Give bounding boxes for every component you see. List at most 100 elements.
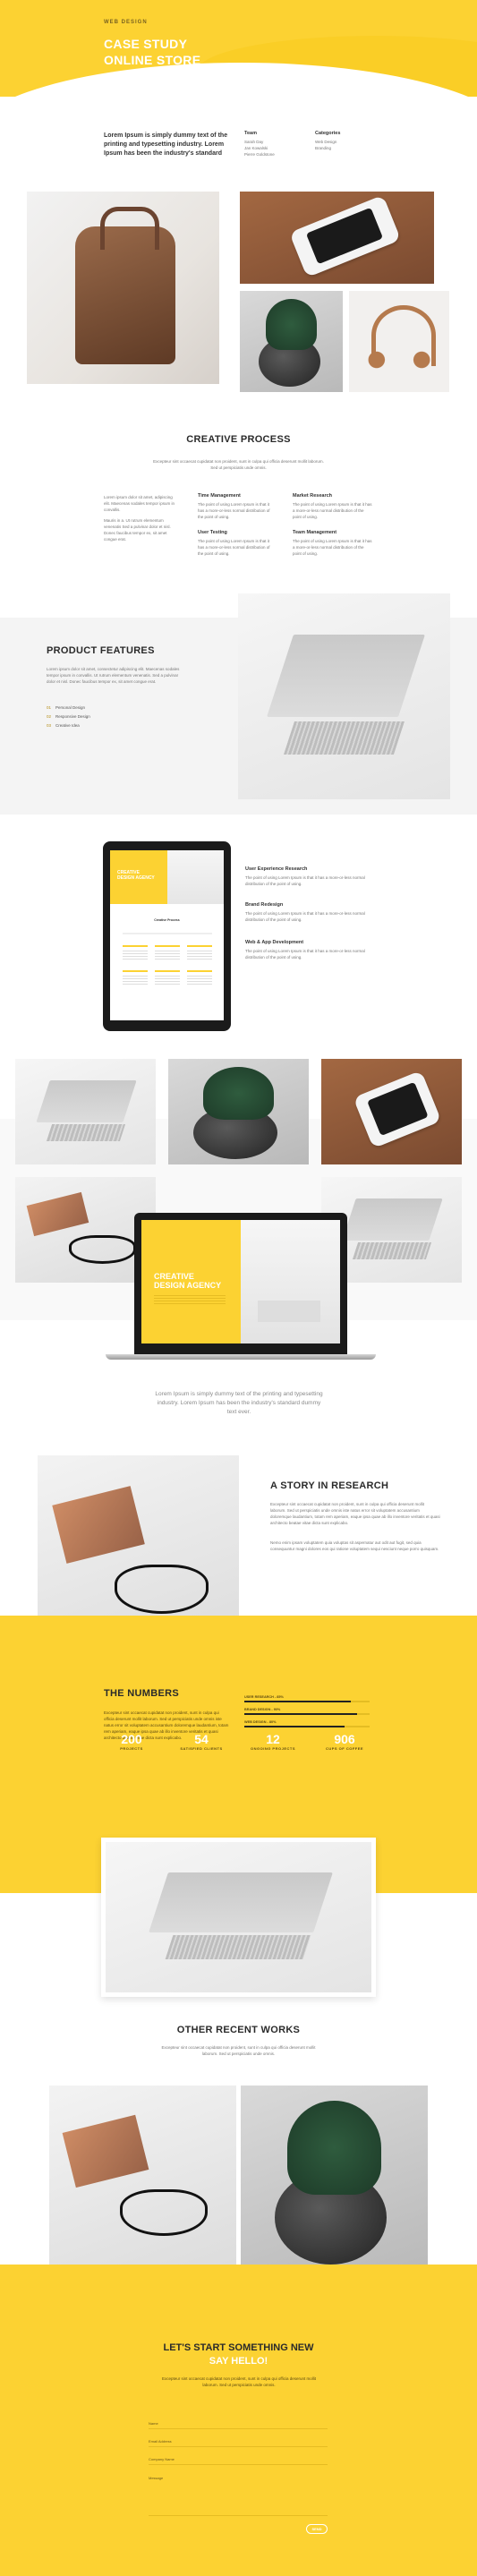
laptop-screen: CREATIVE DESIGN AGENCY: [141, 1220, 340, 1343]
service-title: User Experience Research: [245, 866, 308, 872]
tablet-screen: CREATIVE DESIGN AGENCY Creative Process: [110, 850, 224, 1020]
hero-section: WEB DESIGN CASE STUDY ONLINE STORE: [0, 0, 477, 97]
process-item-title: User Testing: [198, 530, 227, 535]
process-item-text: The point of using Lorem Ipsum is that i…: [293, 539, 372, 556]
stat-item: 12 ONGOING PROJECTS: [242, 1732, 304, 1751]
stat-value: 906: [334, 1732, 355, 1746]
process-item: Time Management The point of using Lorem…: [198, 493, 274, 520]
stat-value: 54: [194, 1732, 209, 1746]
process-item-title: Team Management: [293, 530, 337, 535]
quote-text: Lorem Ipsum is simply dummy text of the …: [155, 1391, 323, 1415]
skill-bar-fill: [244, 1713, 357, 1715]
work-plant-photo[interactable]: [241, 2086, 428, 2273]
process-left-text-1: Lorem ipsum dolor sit amet, adipiscing e…: [104, 495, 175, 512]
hero-title-line1: CASE STUDY: [104, 37, 188, 51]
feature-list-item: 03 Creative Idea: [47, 723, 80, 728]
categories-heading: Categories: [315, 131, 341, 136]
stat-label: SATISFIED CLIENTS: [180, 1746, 223, 1751]
message-field[interactable]: [149, 2515, 328, 2516]
process-item-title: Market Research: [293, 493, 333, 499]
skill-bar-fill: [244, 1701, 351, 1702]
gallery-phone-photo: [321, 1059, 462, 1164]
service-item: Brand Redesign The point of using Lorem …: [245, 902, 371, 923]
process-left-text-2: Mauris in a. Ut rutrum elementum venenat…: [104, 518, 171, 542]
hero-eyebrow: WEB DESIGN: [104, 20, 148, 25]
skill-bar-fill: [244, 1726, 345, 1727]
categories-list: Web Design Branding: [315, 139, 336, 151]
feature-list-item: 01 Personal Design: [47, 705, 86, 710]
stat-value: 200: [121, 1732, 142, 1746]
service-text: The point of using Lorem Ipsum is that i…: [245, 875, 365, 886]
send-button[interactable]: SEND: [306, 2524, 328, 2534]
story-paragraph-2: Nemo enim ipsam voluptatem quia voluptas…: [270, 1540, 439, 1551]
contact-text: Excepteur sint occaecat cupidatat non pr…: [161, 2376, 317, 2387]
phone-photo: [240, 192, 434, 284]
tablet-section-title: Creative Process: [154, 918, 180, 922]
team-heading: Team: [244, 131, 257, 136]
company-field-label: Company Name: [149, 2457, 175, 2461]
service-item: User Experience Research The point of us…: [245, 866, 371, 887]
stat-label: PROJECTS: [120, 1746, 143, 1751]
plant-photo: [240, 291, 343, 392]
story-paragraph-1: Excepteur sint occaecat cupidatat non pr…: [270, 1502, 440, 1525]
numbers-title: THE NUMBERS: [104, 1688, 179, 1699]
laptop-device: CREATIVE DESIGN AGENCY: [134, 1213, 347, 1356]
stat-item: 906 CUPS OF COFFEE: [313, 1732, 376, 1751]
desk-laptop-photo: [238, 593, 450, 799]
process-item: Team Management The point of using Lorem…: [293, 530, 373, 557]
feature-list-item: 02 Responsive Design: [47, 714, 90, 719]
process-item-text: The point of using Lorem Ipsum is that i…: [198, 502, 270, 519]
contact-title-line2: SAY HELLO!: [209, 2356, 268, 2367]
skill-label: BRAND DESIGN - 90%: [244, 1708, 281, 1711]
work-glasses-photo[interactable]: [49, 2086, 236, 2273]
process-item-title: Time Management: [198, 493, 241, 499]
contact-section: [0, 2265, 477, 2576]
name-field[interactable]: [149, 2428, 328, 2429]
category-item: Web Design: [315, 140, 337, 144]
service-title: Web & App Development: [245, 940, 304, 945]
hero-title-line2: ONLINE STORE: [104, 53, 201, 67]
product-features-text: Lorem ipsum dolor sit amet, consectetur …: [47, 667, 180, 684]
process-item-text: The point of using Lorem Ipsum is that i…: [198, 539, 270, 556]
service-text: The point of using Lorem Ipsum is that i…: [245, 949, 365, 960]
company-field[interactable]: [149, 2464, 328, 2465]
team-member: Jan Kowalski: [244, 146, 268, 150]
process-item: User Testing The point of using Lorem Ip…: [198, 530, 274, 557]
email-field[interactable]: [149, 2446, 328, 2447]
featured-photo-frame: [101, 1838, 376, 1997]
team-list: Sarah Day Jan Kowalski Pierre Goldstone: [244, 139, 275, 158]
stat-item: 54 SATISFIED CLIENTS: [170, 1732, 233, 1751]
gallery-laptop-photo: [15, 1059, 156, 1164]
stat-label: ONGOING PROJECTS: [250, 1746, 295, 1751]
name-field-label: Name: [149, 2421, 158, 2426]
skill-label: USER RESEARCH - 85%: [244, 1695, 284, 1699]
laptop-heading: CREATIVE DESIGN AGENCY: [154, 1272, 222, 1290]
other-works-subtitle: Excepteur sint occaecat cupidatat non pr…: [161, 2045, 316, 2056]
contact-title-line1: LET'S START SOMETHING NEW: [163, 2342, 314, 2353]
gallery-plant-photo: [168, 1059, 309, 1164]
process-item: Market Research The point of using Lorem…: [293, 493, 373, 520]
message-field-label: Message: [149, 2476, 164, 2480]
tablet-heading: CREATIVE DESIGN AGENCY: [117, 870, 155, 881]
creative-process-title: CREATIVE PROCESS: [186, 434, 291, 445]
other-works-title: OTHER RECENT WORKS: [176, 2025, 301, 2035]
process-item-text: The point of using Lorem Ipsum is that i…: [293, 502, 372, 519]
service-item: Web & App Development The point of using…: [245, 940, 371, 960]
product-features-title: PRODUCT FEATURES: [47, 645, 155, 656]
service-text: The point of using Lorem Ipsum is that i…: [245, 911, 365, 922]
email-field-label: Email Address: [149, 2439, 172, 2444]
team-member: Pierre Goldstone: [244, 152, 275, 157]
feature-list: 01 Personal Design 02 Responsive Design 03…: [47, 704, 90, 730]
creative-process-subtitle: Excepteur sint occaecat cupidatat non pr…: [153, 459, 324, 470]
stat-value: 12: [266, 1732, 280, 1746]
service-title: Brand Redesign: [245, 902, 284, 908]
featured-laptop-photo: [106, 1842, 371, 1992]
stat-label: CUPS OF COFFEE: [325, 1746, 364, 1751]
headphones-photo: [349, 291, 449, 392]
backpack-photo: [27, 192, 219, 384]
laptop-base: [106, 1354, 376, 1360]
intro-lead: Lorem Ipsum is simply dummy text of the …: [104, 132, 228, 157]
skill-label: WEB DESIGN - 80%: [244, 1720, 277, 1724]
tablet-device: CREATIVE DESIGN AGENCY Creative Process: [103, 841, 231, 1031]
stat-item: 200 PROJECTS: [100, 1732, 163, 1751]
